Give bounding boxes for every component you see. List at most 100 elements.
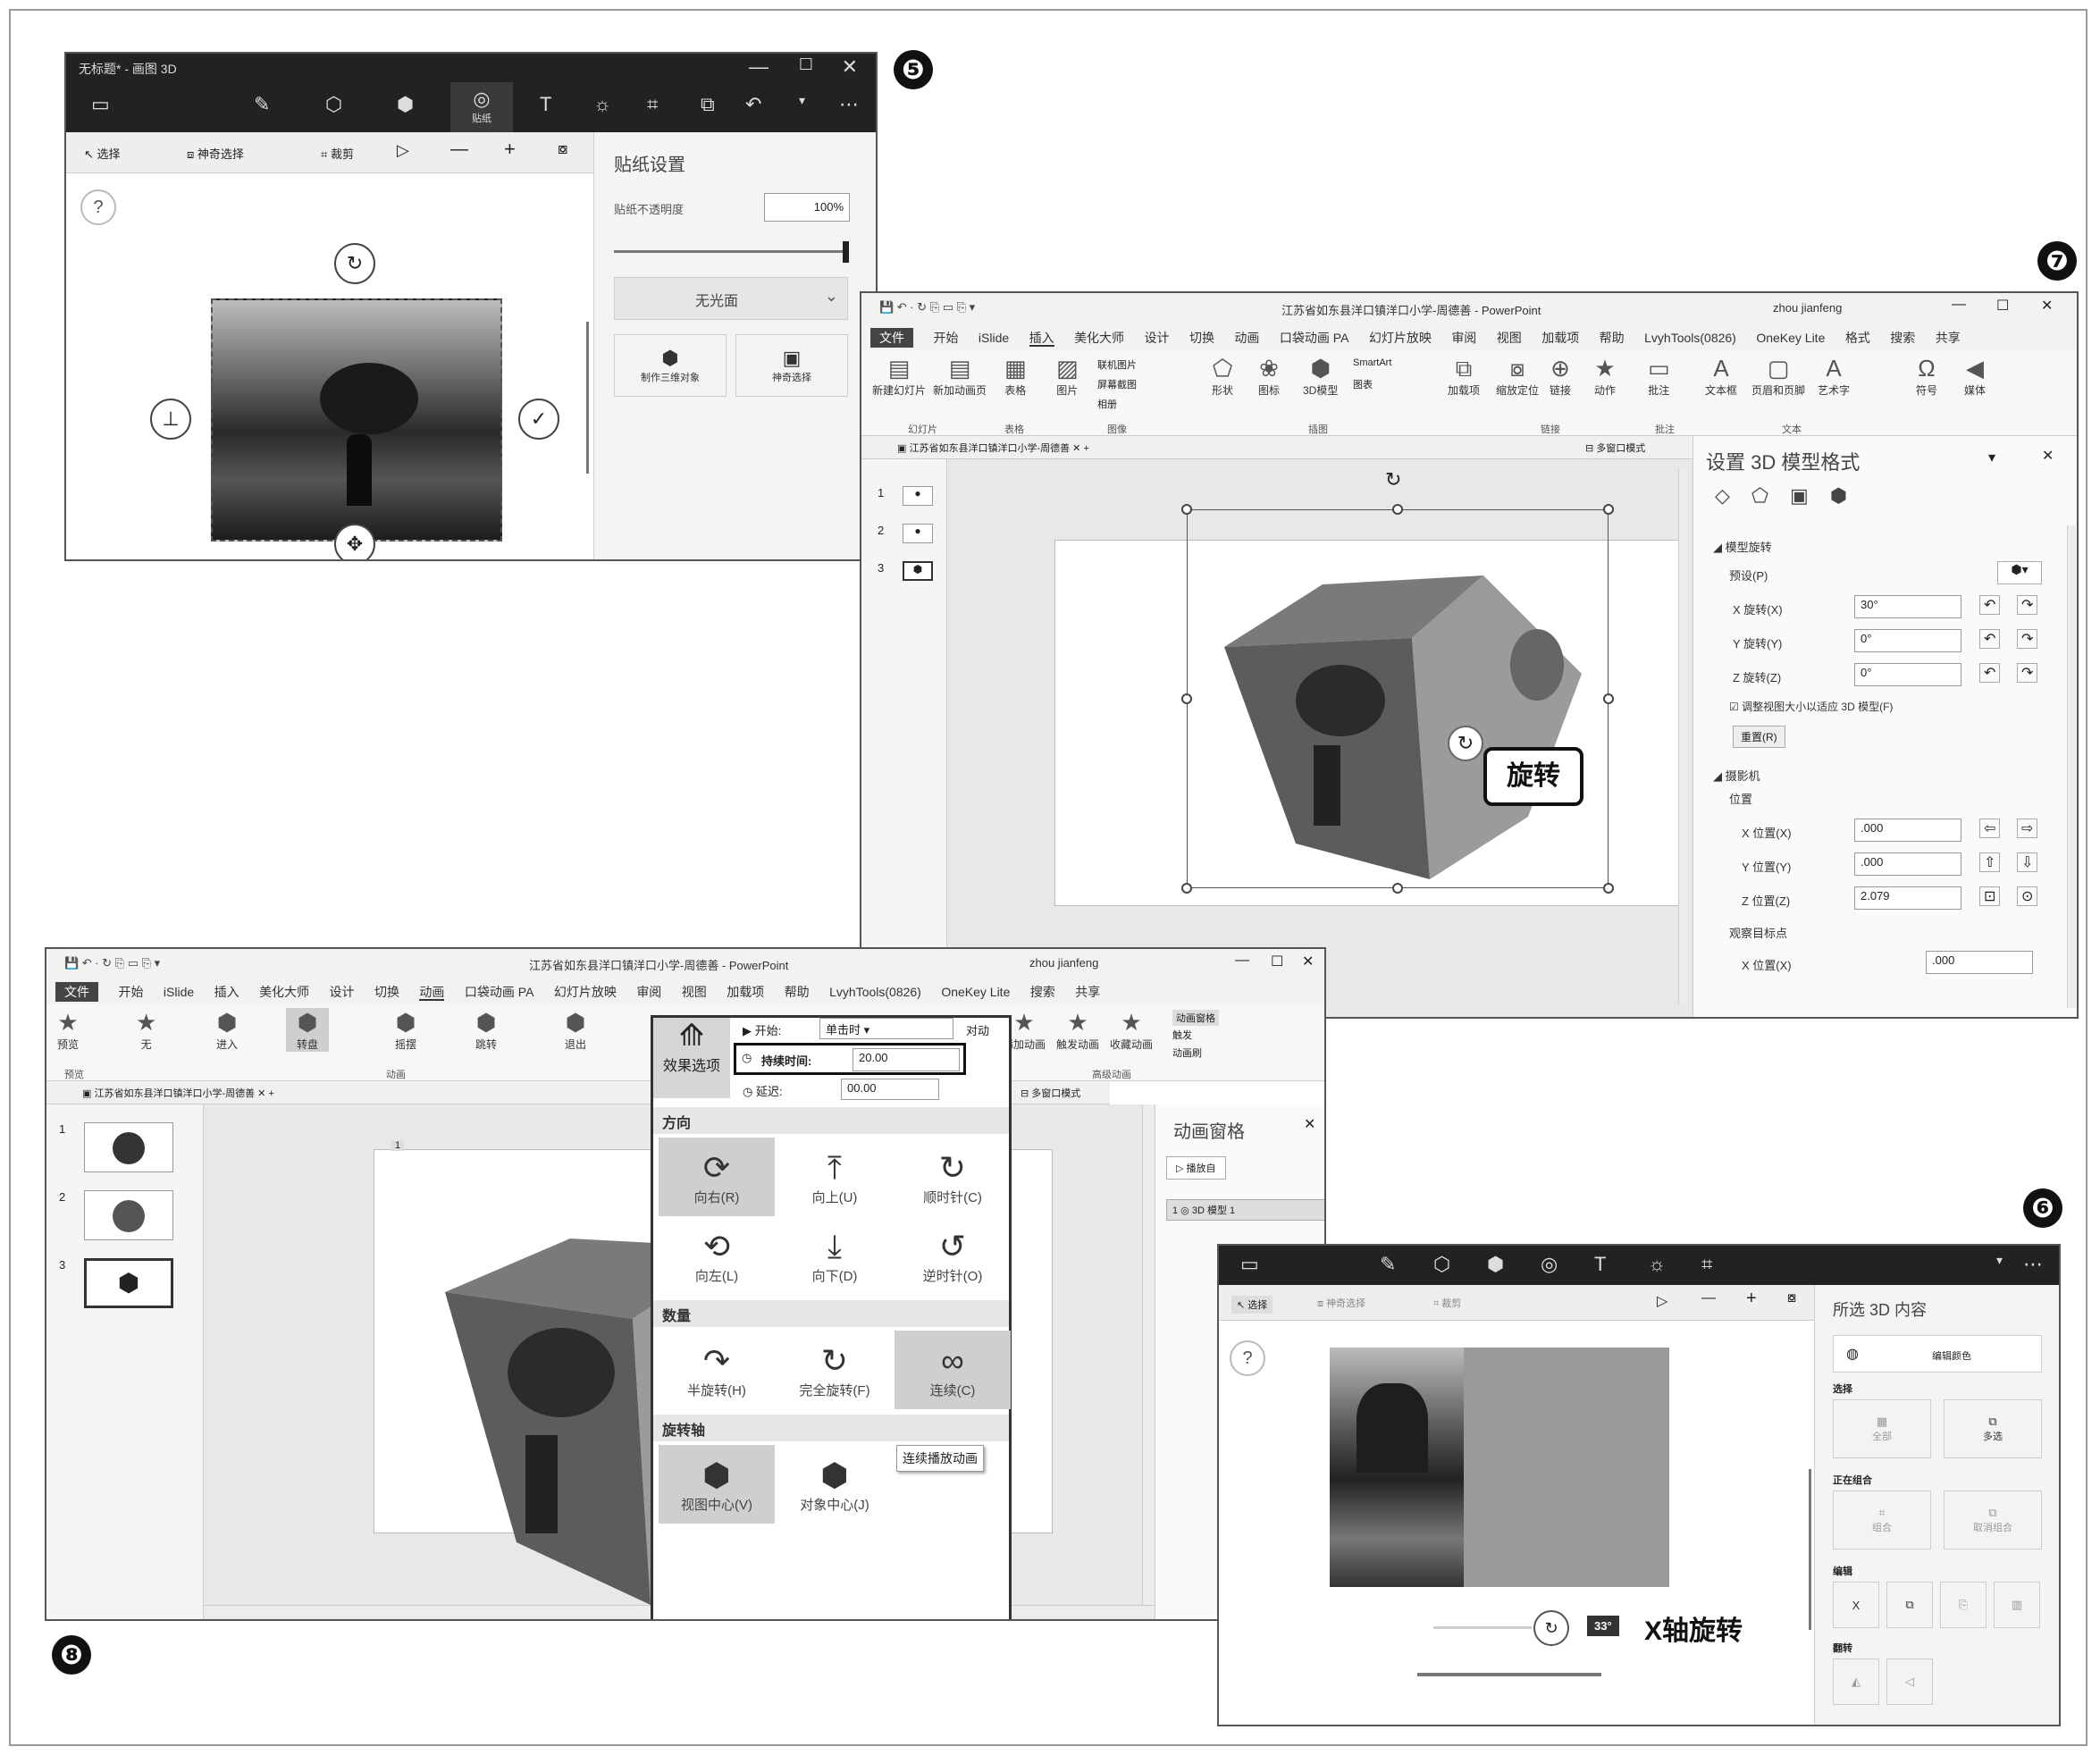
- ribbon-online-pic[interactable]: 联机图片: [1097, 357, 1137, 372]
- z-rotation-input[interactable]: 0°: [1854, 663, 1961, 686]
- tab-animations[interactable]: 动画: [1234, 331, 1259, 345]
- tab-home[interactable]: 开始: [118, 985, 143, 999]
- slide-thumbnail[interactable]: [84, 1190, 173, 1240]
- crop-tool[interactable]: ⌗ 裁剪: [1433, 1296, 1461, 1310]
- pane-list-item[interactable]: 1 ◎ 3D 模型 1: [1166, 1199, 1324, 1221]
- multi-window-toggle[interactable]: ⊟ 多窗口模式: [1021, 1086, 1080, 1100]
- tab-review[interactable]: 审阅: [1451, 331, 1476, 345]
- resize-handle[interactable]: [1181, 504, 1192, 515]
- tab-slideshow[interactable]: 幻灯片放映: [1369, 331, 1432, 345]
- adv-trigger[interactable]: 触发: [1172, 1028, 1192, 1042]
- tab-insert[interactable]: 插入: [1029, 331, 1054, 347]
- anim-preview[interactable]: ★ 预览: [57, 1008, 79, 1052]
- maximize-icon[interactable]: ☐: [1271, 953, 1283, 970]
- tab-file[interactable]: 文件: [870, 328, 913, 348]
- doc-tab[interactable]: ▣ 江苏省如东县洋口镇洋口小学-周德善 ✕ +: [82, 1086, 274, 1100]
- ribbon-chart[interactable]: 图表: [1353, 377, 1373, 391]
- section-rotation-header[interactable]: ◢ 模型旋转: [1713, 538, 2077, 555]
- close-icon[interactable]: ✕: [1304, 1115, 1315, 1133]
- adv-pane[interactable]: 动画窗格: [1172, 1010, 1219, 1026]
- magic-select-tool[interactable]: ⧈ 神奇选择: [1317, 1296, 1365, 1310]
- vertical-scrollbar[interactable]: [586, 322, 589, 474]
- size-icon[interactable]: ▣: [1790, 484, 1830, 507]
- y-rotation-input[interactable]: 0°: [1854, 629, 1961, 652]
- tab-lvyh[interactable]: LvyhTools(0826): [829, 985, 921, 999]
- start-select[interactable]: 单击时 ▾: [819, 1018, 953, 1039]
- direction-clockwise[interactable]: ↻ 顺时针(C): [895, 1138, 1011, 1216]
- help-button[interactable]: ?: [1230, 1340, 1265, 1376]
- tab-transitions[interactable]: 切换: [1189, 331, 1214, 345]
- axis-object-center[interactable]: ⬢ 对象中心(J): [777, 1445, 893, 1524]
- zoom-out-icon[interactable]: —: [450, 139, 468, 160]
- cut-button[interactable]: X: [1833, 1582, 1879, 1628]
- crop-tool[interactable]: ⌗ 裁剪: [321, 145, 354, 162]
- tab-islide[interactable]: iSlide: [164, 985, 194, 999]
- y-position-input[interactable]: .000: [1854, 852, 1961, 876]
- move-back-icon[interactable]: ⊡: [1979, 886, 2001, 906]
- doc-tab[interactable]: ▣ 江苏省如东县洋口镇洋口小学-周德善 ✕ +: [897, 441, 1089, 455]
- magic-select-button[interactable]: ▣ 神奇选择: [735, 334, 848, 397]
- fit-checkbox[interactable]: ☑ 调整视图大小以适应 3D 模型(F): [1729, 699, 2077, 714]
- ribbon-action[interactable]: ★ 动作: [1594, 354, 1616, 398]
- tab-slideshow[interactable]: 幻灯片放映: [554, 985, 617, 999]
- horizontal-scrollbar[interactable]: [1417, 1673, 1601, 1676]
- anim-jump[interactable]: ⬢ 跳转: [475, 1008, 497, 1052]
- move-left-icon[interactable]: ⇦: [1979, 819, 2001, 838]
- amount-full[interactable]: ↻ 完全旋转(F): [777, 1331, 893, 1409]
- ribbon-textbox[interactable]: A 文本框: [1705, 354, 1737, 398]
- vertical-scrollbar[interactable]: [1678, 468, 1687, 1004]
- ribbon-media[interactable]: ◀ 媒体: [1964, 354, 1986, 398]
- adv-fav-anim[interactable]: ★ 收藏动画: [1110, 1008, 1153, 1052]
- photo-face[interactable]: [1330, 1348, 1464, 1587]
- rotate-down-icon[interactable]: ↷: [2017, 629, 2038, 649]
- tab-share[interactable]: 共享: [1936, 331, 1961, 345]
- move-forward-icon[interactable]: ⊙: [2017, 886, 2038, 906]
- brush-icon[interactable]: ✎: [254, 93, 270, 116]
- x-position-input[interactable]: .000: [1854, 819, 1961, 842]
- shapes2d-icon[interactable]: ⬡: [1433, 1253, 1450, 1276]
- tab-addins[interactable]: 加载项: [727, 985, 764, 999]
- tab-review[interactable]: 审阅: [636, 985, 661, 999]
- preset-dropdown[interactable]: ⬢▾: [1997, 561, 2042, 584]
- close-icon[interactable]: ✕: [842, 55, 858, 79]
- ribbon-comment[interactable]: ▭ 批注: [1648, 354, 1670, 398]
- ribbon-new-slide[interactable]: ▤ 新建幻灯片: [872, 354, 926, 398]
- sticker-image[interactable]: [211, 298, 502, 542]
- shapes2d-icon[interactable]: ⬡: [325, 93, 342, 116]
- shapes3d-icon[interactable]: ⬢: [397, 93, 414, 116]
- canvas-icon[interactable]: ⌗: [1701, 1253, 1712, 1276]
- anim-swing[interactable]: ⬢ 摇摆: [395, 1008, 416, 1052]
- minimize-icon[interactable]: —: [1235, 953, 1249, 969]
- more-icon[interactable]: ⋯: [839, 93, 859, 116]
- tab-islide[interactable]: iSlide: [979, 331, 1009, 345]
- ribbon-zoom[interactable]: ⧇ 缩放定位: [1496, 354, 1539, 398]
- tab-transitions[interactable]: 切换: [374, 985, 399, 999]
- adv-painter[interactable]: 动画刷: [1172, 1045, 1202, 1060]
- copy-button[interactable]: ⧉复制: [1886, 1582, 1933, 1628]
- library-icon[interactable]: ⧉: [701, 93, 715, 116]
- tab-meihua[interactable]: 美化大师: [1074, 331, 1124, 345]
- ribbon-wordart[interactable]: A 艺术字: [1818, 354, 1850, 398]
- select-tool[interactable]: ↖ 选择: [1231, 1296, 1273, 1314]
- tab-design[interactable]: 设计: [330, 985, 355, 999]
- menu-icon[interactable]: ▭: [91, 93, 110, 116]
- maximize-icon[interactable]: ☐: [799, 55, 813, 74]
- multi-select-button[interactable]: ⧉ 多选: [1944, 1399, 2042, 1458]
- commit-check-icon[interactable]: ✓: [518, 399, 559, 440]
- rotate-left-icon[interactable]: ↶: [1979, 595, 2001, 615]
- ribbon-new-anim[interactable]: ▤ 新加动画页: [933, 354, 987, 398]
- history-icon[interactable]: ▾: [799, 93, 805, 108]
- cube-icon[interactable]: ⬢: [1830, 484, 1869, 507]
- anim-exit[interactable]: ⬢ 退出: [565, 1008, 586, 1052]
- rotate-x-icon[interactable]: ↻: [1533, 1610, 1569, 1646]
- sticker-icon[interactable]: ◎: [1541, 1253, 1558, 1276]
- zoom-out-icon[interactable]: —: [1701, 1290, 1716, 1306]
- ribbon-shapes[interactable]: ⬠ 形状: [1212, 354, 1233, 398]
- quick-access[interactable]: 💾 ↶ · ↻ ⎘ ▭ ⎘ ▾: [879, 300, 975, 315]
- tab-animations[interactable]: 动画: [419, 985, 445, 1001]
- play-from-button[interactable]: ▷ 播放自: [1166, 1156, 1226, 1180]
- tab-help[interactable]: 帮助: [785, 985, 810, 999]
- multi-window-toggle[interactable]: ⊟ 多窗口模式: [1585, 441, 1645, 455]
- effects-icon[interactable]: ☼: [593, 93, 611, 116]
- ribbon-picture[interactable]: ▨ 图片: [1056, 354, 1079, 398]
